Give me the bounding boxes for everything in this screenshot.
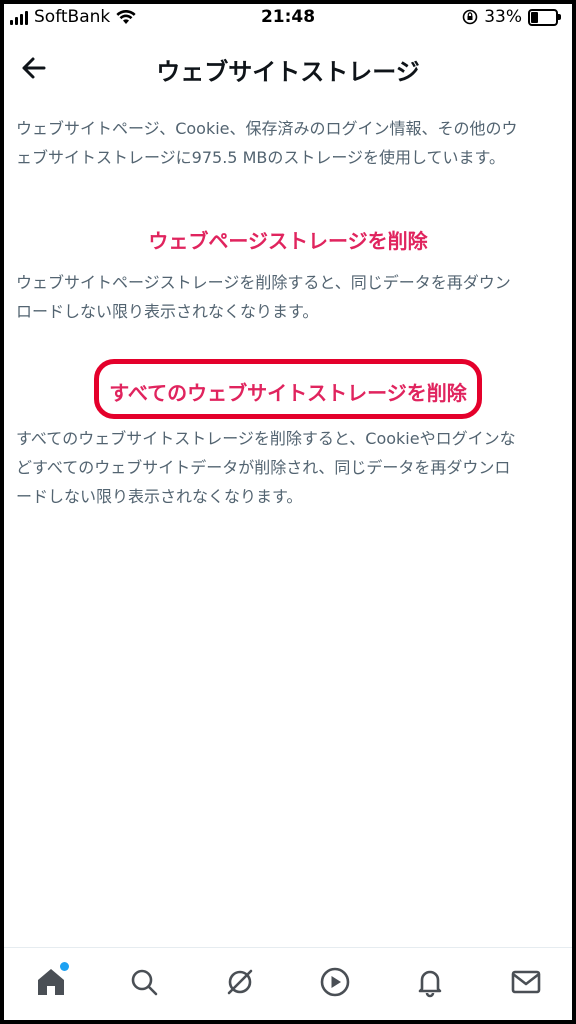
status-right: 33% (462, 7, 561, 27)
bottom-tab-bar (4, 947, 572, 1020)
tab-spaces[interactable] (216, 958, 264, 1006)
tab-home[interactable] (27, 958, 75, 1006)
nav-header: ウェブサイトストレージ (4, 40, 572, 96)
description-line: ロードしない限り表示されなくなります。 (16, 302, 319, 321)
page-title: ウェブサイトストレージ (156, 58, 420, 86)
tab-messages[interactable] (502, 958, 550, 1006)
description-line: ードしない限り表示されなくなります。 (16, 487, 303, 506)
video-icon (320, 967, 350, 997)
delete-all-website-storage-button[interactable]: すべてのウェブサイトストレージを削除 (4, 377, 572, 406)
orientation-lock-icon (462, 9, 478, 25)
notification-dot (60, 962, 69, 971)
battery-icon (528, 8, 561, 26)
tab-video[interactable] (311, 958, 359, 1006)
summary-line: ウェブサイトページ、Cookie、保存済みのログイン情報、その他のウ (16, 119, 518, 138)
tab-search[interactable] (120, 958, 168, 1006)
spaces-icon (227, 969, 253, 995)
description-line: どすべてのウェブサイトデータが削除され、同じデータを再ダウンロ (16, 458, 511, 477)
storage-summary: ウェブサイトページ、Cookie、保存済みのログイン情報、その他のウ ェブサイト… (16, 114, 556, 172)
all-storage-description: すべてのウェブサイトストレージを削除すると、Cookieやログインな どすべての… (16, 424, 556, 511)
description-line: ウェブサイトページストレージを削除すると、同じデータを再ダウン (16, 273, 511, 292)
delete-webpage-storage-button[interactable]: ウェブページストレージを削除 (4, 225, 572, 254)
description-line: すべてのウェブサイトストレージを削除すると、Cookieやログインな (16, 429, 516, 448)
messages-icon (511, 970, 541, 994)
webpage-storage-description: ウェブサイトページストレージを削除すると、同じデータを再ダウン ロードしない限り… (16, 268, 556, 326)
status-bar: SoftBank 21:48 33% (4, 4, 572, 32)
app-screen: SoftBank 21:48 33% ウェブサイトストレージ ウェブサイトページ… (4, 4, 572, 1020)
notifications-icon (418, 970, 442, 998)
battery-percent: 33% (484, 7, 522, 27)
summary-line: ェブサイトストレージに975.5 MBのストレージを使用しています。 (16, 148, 505, 167)
tab-notifications[interactable] (406, 958, 454, 1006)
battery-level (531, 11, 539, 23)
search-icon (131, 969, 158, 996)
